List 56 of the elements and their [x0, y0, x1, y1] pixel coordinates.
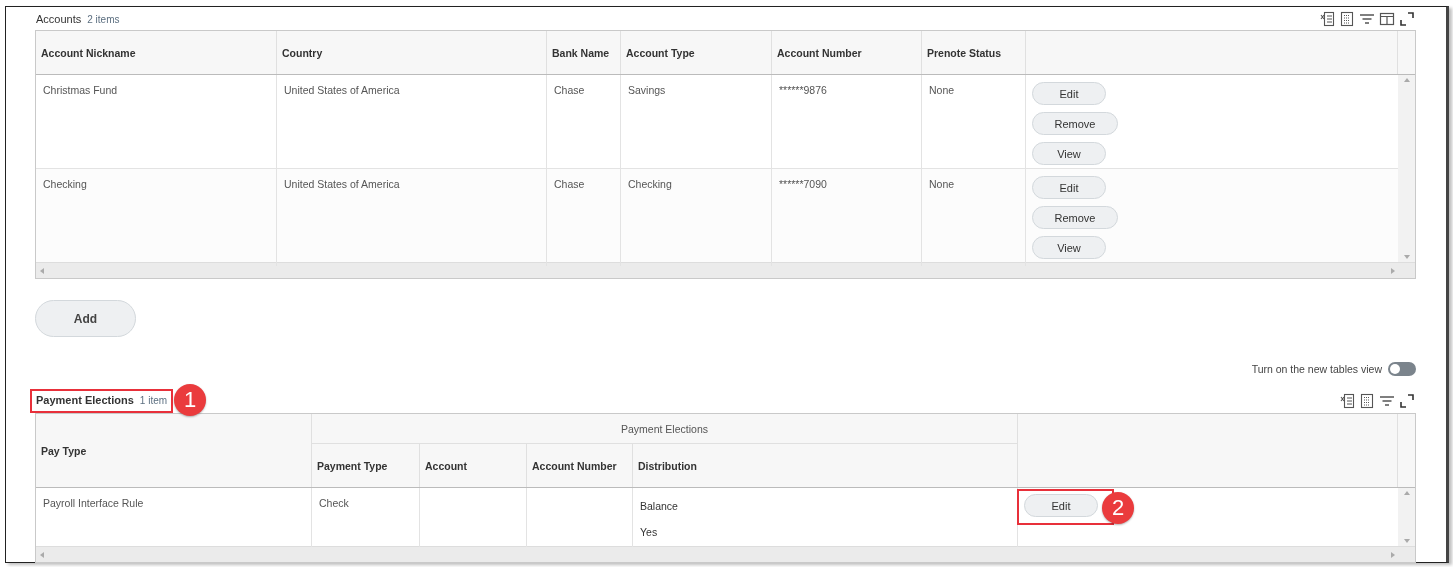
fullscreen-icon[interactable] [1399, 10, 1415, 27]
table-cell: Checking [628, 178, 672, 190]
table-cell-text: Balance [640, 500, 679, 512]
table-cell: Chase [554, 84, 585, 96]
table-cell-text: Yes [640, 526, 659, 538]
fullscreen-icon[interactable] [1399, 393, 1415, 409]
row-action-button[interactable]: View [1032, 142, 1106, 165]
row-action-button[interactable]: Edit [1032, 82, 1106, 105]
table-cell: Check [319, 497, 349, 509]
row-action-button[interactable]: View [1032, 236, 1106, 259]
list-view-icon[interactable] [1359, 393, 1375, 409]
table-cell: Savings [628, 84, 666, 96]
row-action-button[interactable]: Edit [1024, 494, 1098, 517]
toggle-label: Turn on the new tables view [1251, 363, 1382, 375]
vertical-scrollbar[interactable] [1398, 488, 1415, 546]
horizontal-scrollbar[interactable] [36, 546, 1415, 562]
section-title: Accounts [36, 12, 82, 25]
column-header: Account Type [621, 31, 772, 74]
column-header: Pay Type [36, 414, 312, 487]
table-cell: Christmas Fund [43, 84, 118, 96]
column-header: Payment Type [312, 444, 420, 487]
vertical-scrollbar[interactable] [1398, 75, 1415, 262]
table-cell: United States of America [284, 178, 400, 190]
column-header: Account Number [527, 444, 633, 487]
section-title: Payment Elections [36, 394, 134, 406]
table-cell: None [929, 178, 955, 190]
row-action-button[interactable]: Remove [1032, 206, 1118, 229]
export-spreadsheet-icon[interactable] [1339, 393, 1355, 409]
filter-icon[interactable] [1379, 393, 1395, 409]
group-header: Payment Elections [312, 414, 1018, 444]
row-action-button[interactable]: Remove [1032, 112, 1118, 135]
export-spreadsheet-icon[interactable] [1319, 10, 1335, 27]
add-button[interactable]: Add [35, 300, 136, 337]
column-header: Distribution [633, 444, 1018, 487]
column-header: Account [420, 444, 527, 487]
column-header: Country [277, 31, 547, 74]
table-cell: Chase [554, 178, 585, 190]
item-count: 2 items [87, 13, 120, 25]
column-header: Prenote Status [922, 31, 1026, 74]
column-header: Account Nickname [36, 31, 277, 74]
table-cell: United States of America [284, 84, 400, 96]
columns-icon[interactable] [1379, 10, 1395, 27]
table-cell: Checking [43, 178, 87, 190]
table-cell: None [929, 84, 955, 96]
table-cell: ******9876 [779, 84, 827, 96]
callout-badge: 2 [1102, 492, 1134, 524]
table-cell: ******7090 [779, 178, 827, 190]
list-view-icon[interactable] [1339, 10, 1355, 27]
toggle-switch[interactable] [1388, 362, 1416, 376]
row-action-button[interactable]: Edit [1032, 176, 1106, 199]
horizontal-scrollbar[interactable] [36, 262, 1415, 278]
column-header: Account Number [772, 31, 922, 74]
item-count: 1 item [139, 395, 168, 406]
callout-badge: 1 [174, 384, 207, 416]
table-cell: Payroll Interface Rule [43, 497, 144, 509]
column-header: Bank Name [547, 31, 621, 74]
